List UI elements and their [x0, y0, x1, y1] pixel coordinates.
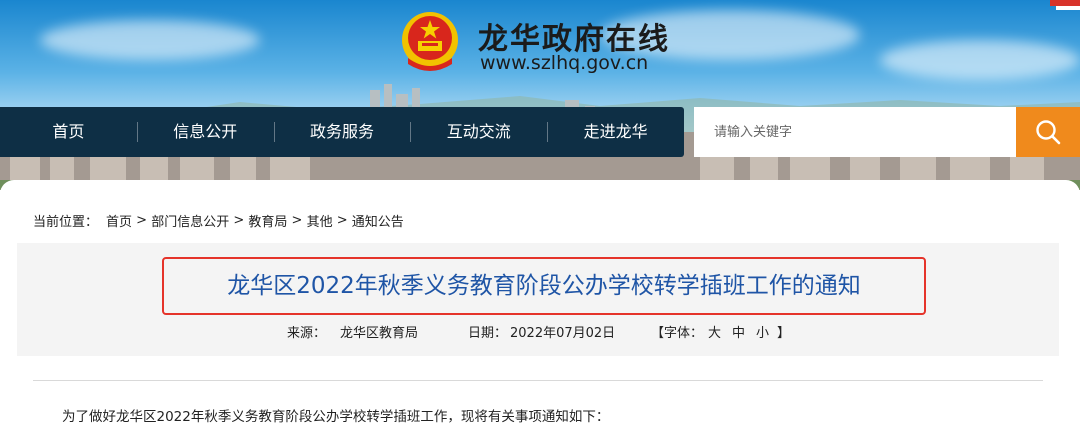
- breadcrumb-item-notices[interactable]: 通知公告: [352, 211, 404, 230]
- nav-item-interaction[interactable]: 互动交流: [410, 107, 547, 157]
- nav-item-about-longhua[interactable]: 走进龙华: [547, 107, 684, 157]
- font-size-large-button[interactable]: 大: [708, 322, 721, 341]
- search-icon: [1036, 120, 1061, 145]
- breadcrumb-separator: >: [287, 213, 307, 228]
- corner-decoration: [1050, 0, 1080, 10]
- header-banner: 龙华政府在线 www.szlhq.gov.cn: [0, 0, 1080, 190]
- search-button[interactable]: [1016, 107, 1080, 157]
- breadcrumb-separator: >: [229, 213, 249, 228]
- content-divider: [33, 380, 1043, 381]
- article-title: 龙华区2022年秋季义务教育阶段公办学校转学插班工作的通知: [227, 273, 861, 299]
- date-value: 2022年07月02日: [510, 326, 616, 341]
- breadcrumb: 当前位置： 首页 > 部门信息公开 > 教育局 > 其他 > 通知公告: [33, 211, 404, 230]
- font-size-open: 【字体：: [651, 326, 704, 341]
- site-url: www.szlhq.gov.cn: [480, 52, 649, 74]
- main-nav: 首页 信息公开 政务服务 互动交流 走进龙华: [0, 107, 684, 157]
- font-size-small-button[interactable]: 小: [756, 322, 769, 341]
- breadcrumb-item-other[interactable]: 其他: [307, 211, 333, 230]
- national-emblem-logo: [402, 12, 458, 71]
- breadcrumb-label: 当前位置：: [33, 215, 99, 230]
- search-input[interactable]: [694, 107, 1016, 157]
- breadcrumb-item-education-bureau[interactable]: 教育局: [248, 211, 287, 230]
- source-label: 来源：: [287, 326, 327, 341]
- breadcrumb-item-dept-info[interactable]: 部门信息公开: [151, 211, 229, 230]
- font-size-close: 】: [777, 326, 791, 341]
- breadcrumb-separator: >: [332, 213, 352, 228]
- breadcrumb-item-home[interactable]: 首页: [106, 211, 132, 230]
- date-label: 日期：: [468, 326, 508, 341]
- article-intro-paragraph: 为了做好龙华区2022年秋季义务教育阶段公办学校转学插班工作，现将有关事项通知如…: [62, 409, 610, 425]
- source-value: 龙华区教育局: [340, 326, 419, 341]
- nav-item-info-disclosure[interactable]: 信息公开: [136, 107, 274, 157]
- nav-item-government-services[interactable]: 政务服务: [273, 107, 411, 157]
- breadcrumb-separator: >: [132, 213, 152, 228]
- font-size-medium-button[interactable]: 中: [732, 322, 745, 341]
- nav-item-home[interactable]: 首页: [0, 107, 137, 157]
